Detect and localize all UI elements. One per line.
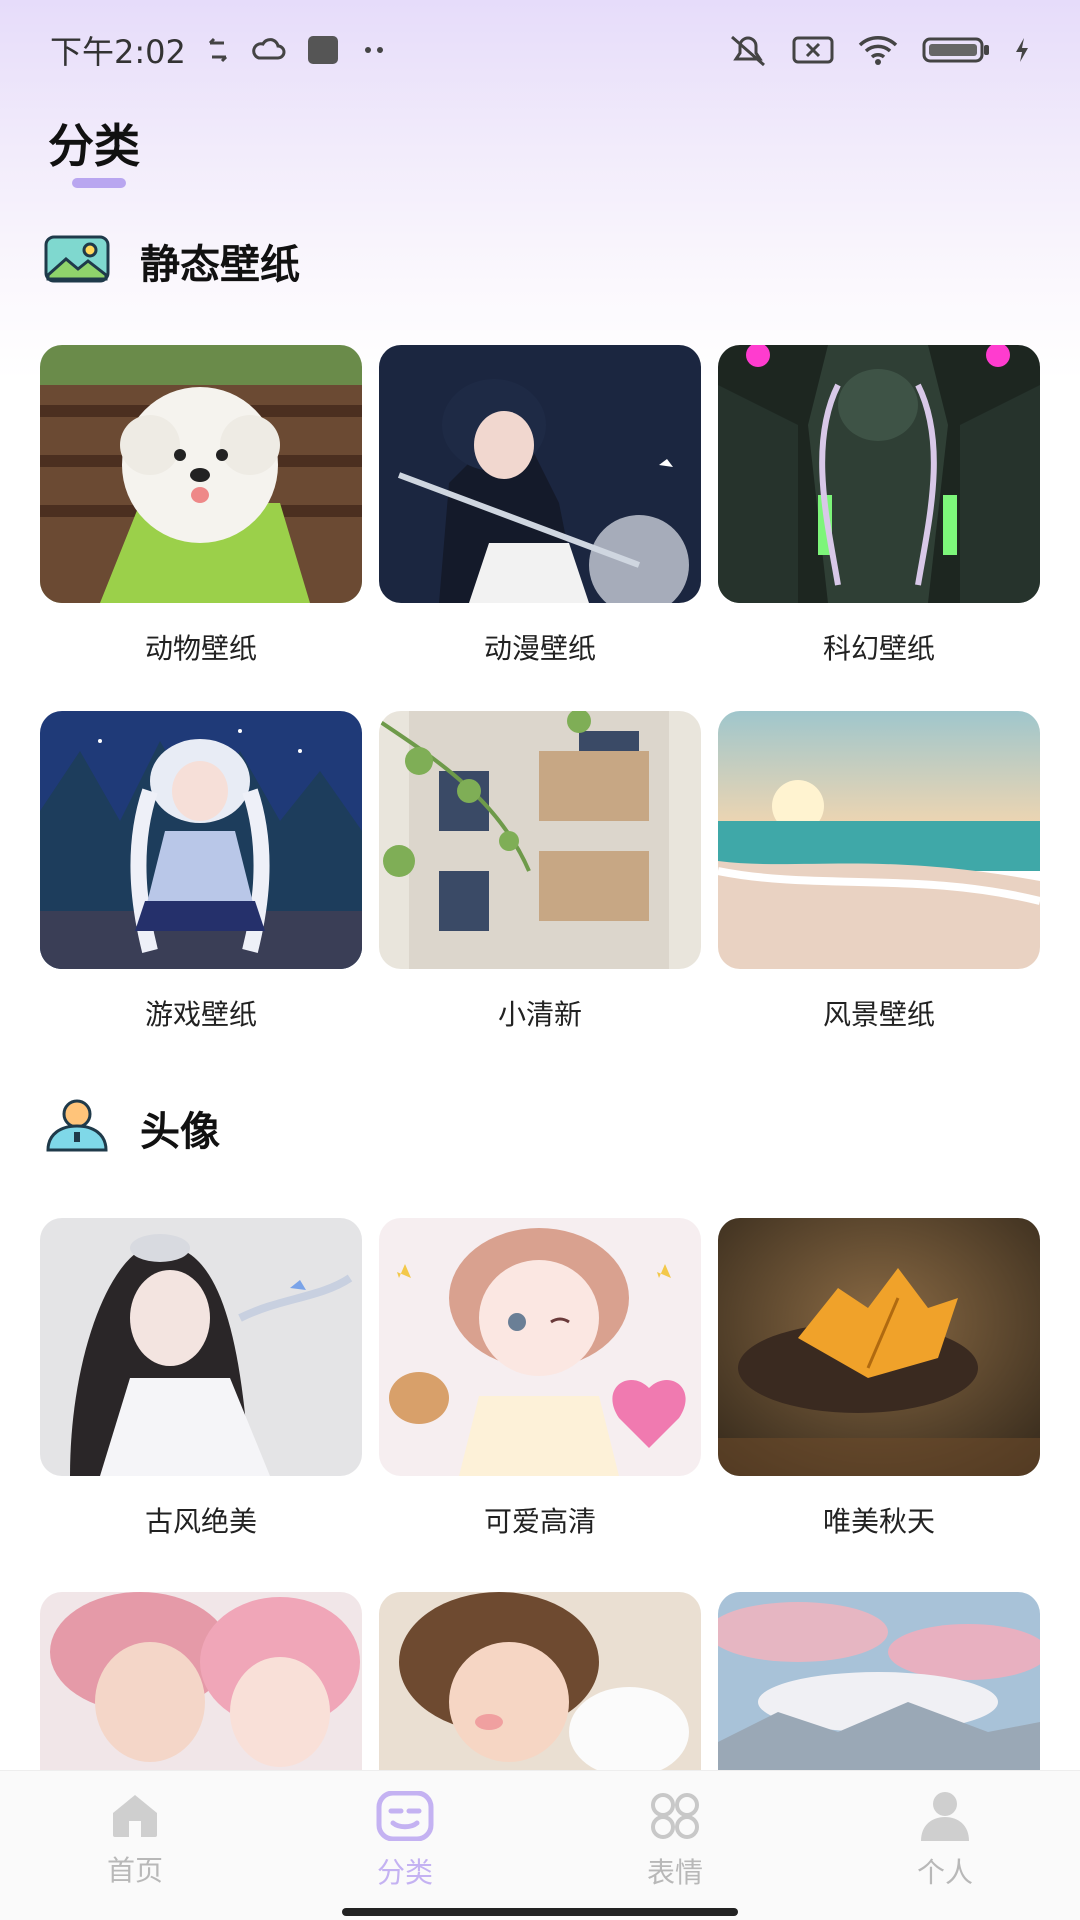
tile-label: 科幻壁纸	[822, 632, 935, 665]
thumbnail-beach	[718, 711, 1040, 969]
thumbnail-building	[379, 711, 701, 969]
bottom-tab-bar: 首页 分类 表情 个人	[0, 1770, 1080, 1920]
category-tile-animal[interactable]: 动物壁纸	[40, 345, 362, 667]
thumbnail-anime	[379, 345, 701, 603]
status-time: 下午2:02	[50, 33, 186, 71]
section-title: 头像	[140, 1109, 220, 1155]
tab-profile[interactable]: 个人	[810, 1771, 1080, 1920]
page-title: 分类	[48, 119, 140, 173]
charging-icon	[1014, 37, 1030, 63]
category-tile-anime[interactable]: 动漫壁纸	[379, 345, 701, 667]
tab-label: 分类	[376, 1856, 433, 1889]
title-underline	[72, 178, 126, 188]
tile-label: 动物壁纸	[144, 632, 257, 665]
tab-label: 首页	[106, 1854, 163, 1887]
cloud-icon	[250, 38, 286, 62]
category-tile-scenery[interactable]: 风景壁纸	[718, 711, 1040, 1033]
tab-home[interactable]: 首页	[0, 1771, 270, 1920]
tile-label: 动漫壁纸	[483, 632, 596, 665]
section-header-static-wallpaper: 静态壁纸	[44, 232, 300, 290]
category-tile-autumn[interactable]: 唯美秋天	[718, 1218, 1040, 1540]
battery-icon	[922, 35, 992, 65]
static-wallpaper-grid: 动物壁纸 动漫壁纸 科幻壁纸 游戏壁纸 小清新 风景壁纸	[40, 345, 1040, 1033]
tile-label: 小清新	[497, 998, 582, 1031]
home-icon	[107, 1791, 163, 1843]
tab-emoji[interactable]: 表情	[540, 1771, 810, 1920]
home-indicator[interactable]	[342, 1908, 738, 1916]
wifi-icon	[856, 34, 900, 66]
thumbnail-mecha	[718, 345, 1040, 603]
mute-icon	[726, 33, 770, 67]
category-tile-fresh[interactable]: 小清新	[379, 711, 701, 1033]
section-header-avatar: 头像	[44, 1098, 220, 1158]
tab-label: 个人	[916, 1856, 973, 1889]
thumbnail-ancient-girl	[40, 1218, 362, 1476]
thumbnail-dog	[40, 345, 362, 603]
person-icon	[44, 1098, 110, 1158]
sim-icon	[792, 35, 834, 65]
tile-label: 可爱高清	[483, 1505, 596, 1538]
emoji-grid-icon	[649, 1791, 701, 1845]
tile-label: 游戏壁纸	[144, 998, 257, 1031]
section-title: 静态壁纸	[140, 242, 300, 288]
category-tile-cute[interactable]: 可爱高清	[379, 1218, 701, 1540]
thumbnail-autumn-leaf	[718, 1218, 1040, 1476]
tile-label: 唯美秋天	[822, 1505, 935, 1538]
app-notification-icon	[306, 35, 340, 65]
category-tile-game[interactable]: 游戏壁纸	[40, 711, 362, 1033]
thumbnail-cute-girl	[379, 1218, 701, 1476]
tab-category[interactable]: 分类	[270, 1771, 540, 1920]
category-icon	[375, 1790, 435, 1845]
tab-label: 表情	[646, 1856, 703, 1889]
thumbnail-game-girl	[40, 711, 362, 969]
tile-label: 古风绝美	[144, 1505, 257, 1538]
tile-label: 风景壁纸	[822, 998, 935, 1031]
person-icon	[917, 1791, 973, 1845]
sync-icon	[206, 35, 230, 65]
image-icon	[44, 235, 110, 287]
more-dots-icon	[360, 45, 390, 55]
category-tile-scifi[interactable]: 科幻壁纸	[718, 345, 1040, 667]
status-bar: 下午2:02	[0, 0, 1080, 100]
category-tile-ancient[interactable]: 古风绝美	[40, 1218, 362, 1540]
